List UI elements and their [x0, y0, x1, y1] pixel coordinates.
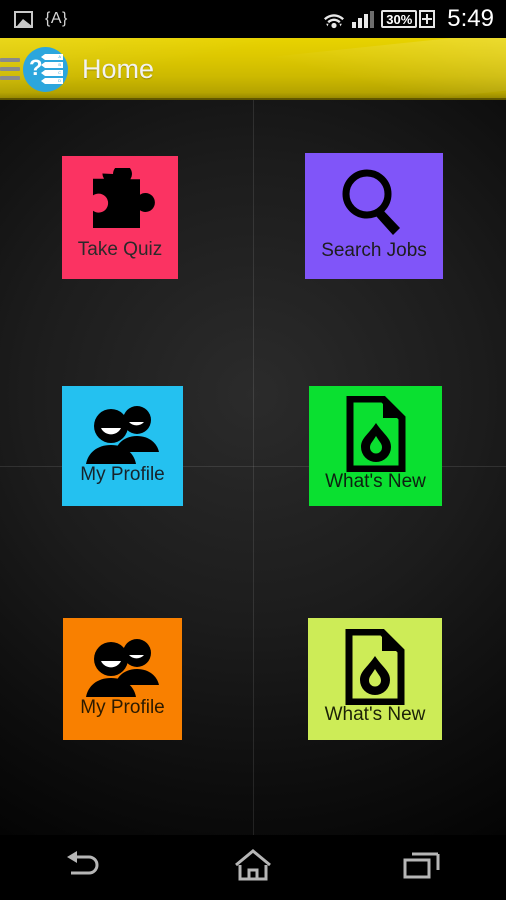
tile-whats-new-green[interactable]: What's New	[309, 386, 442, 506]
photo-icon	[14, 10, 33, 28]
home-grid: Take Quiz Search Jobs My Profile What's …	[0, 100, 506, 835]
home-button[interactable]	[208, 844, 298, 892]
tile-search-jobs[interactable]: Search Jobs	[305, 153, 443, 279]
logo-answer-options: A B C D	[41, 53, 63, 84]
cellular-signal-icon	[352, 10, 375, 28]
wifi-icon	[323, 10, 345, 29]
tile-take-quiz[interactable]: Take Quiz	[62, 156, 178, 279]
puzzle-piece-icon	[83, 168, 157, 240]
battery-charging-icon	[419, 10, 436, 28]
action-bar: ? A B C D Home	[0, 38, 506, 100]
battery-icon: 30%	[381, 10, 418, 28]
tile-whats-new-lime[interactable]: What's New	[308, 618, 442, 740]
magnifying-glass-icon	[336, 165, 412, 241]
status-bar: {A} 30% 5:49	[0, 0, 506, 38]
hamburger-menu-icon[interactable]	[0, 58, 20, 80]
logo-option-a: A	[41, 53, 63, 60]
battery-status: 30%	[381, 10, 436, 28]
battery-percent-label: 30%	[386, 11, 413, 27]
recent-apps-icon	[403, 850, 441, 885]
document-flame-icon	[345, 628, 405, 705]
recents-button[interactable]	[377, 844, 467, 892]
people-group-icon	[84, 636, 162, 698]
grid-divider-vertical	[253, 100, 254, 835]
tile-my-profile-orange[interactable]: My Profile	[63, 618, 182, 740]
tile-label: What's New	[324, 703, 426, 725]
tile-label: My Profile	[80, 463, 165, 485]
back-arrow-icon	[64, 851, 104, 884]
clock-label: 5:49	[447, 5, 494, 32]
logo-option-d: D	[41, 77, 63, 84]
document-flame-icon	[346, 395, 406, 472]
back-button[interactable]	[39, 844, 129, 892]
status-bar-right: 30% 5:49	[323, 7, 494, 31]
people-group-icon	[84, 403, 162, 465]
logo-option-b: B	[41, 61, 63, 68]
status-bar-left: {A}	[14, 10, 323, 28]
tile-label: My Profile	[80, 696, 165, 718]
tile-label: Take Quiz	[77, 239, 163, 260]
home-icon	[234, 849, 272, 886]
system-navigation-bar	[0, 835, 506, 900]
tile-label: Search Jobs	[321, 239, 427, 261]
tile-my-profile-cyan[interactable]: My Profile	[62, 386, 183, 506]
logo-option-c: C	[41, 69, 63, 76]
keyboard-indicator: {A}	[45, 10, 68, 27]
page-title: Home	[82, 53, 155, 84]
tile-label: What's New	[325, 470, 426, 492]
quiz-app-logo-icon: ? A B C D	[23, 46, 68, 92]
